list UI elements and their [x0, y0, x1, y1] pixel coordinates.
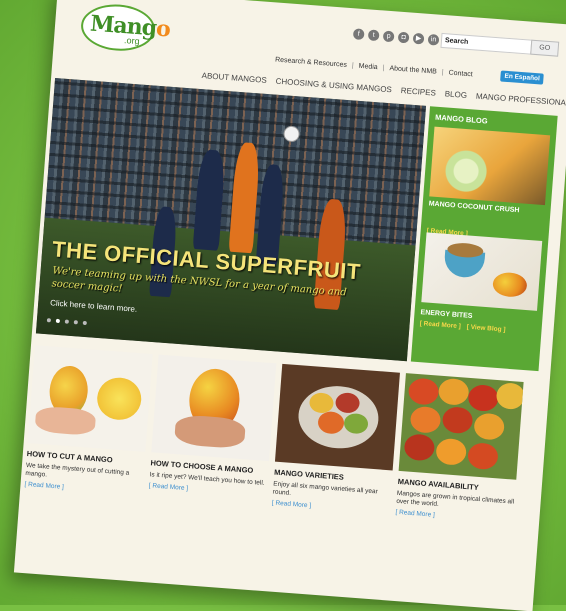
mango-org-logo[interactable]: Mango .org [79, 1, 171, 54]
energy-bites-image[interactable] [421, 232, 543, 311]
view-blog-link[interactable]: [ View Blog ] [466, 324, 505, 334]
card-cut-mango[interactable]: HOW TO CUT A MANGO We take the mystery o… [24, 345, 153, 496]
pinterest-icon[interactable]: p [382, 30, 395, 43]
nav-choosing-using[interactable]: CHOOSING & USING MANGOS [275, 75, 392, 97]
cut-mango-image [27, 345, 153, 452]
carousel-dot[interactable] [73, 320, 78, 325]
link-about[interactable]: About the NMB [389, 65, 437, 76]
coconut-crush-image[interactable] [429, 126, 551, 206]
mango-varieties-image [274, 363, 400, 471]
blog-post-title[interactable]: ENERGY BITES [420, 309, 472, 320]
carousel-dot[interactable] [82, 320, 87, 326]
nav-about-mangos[interactable]: ABOUT MANGOS [201, 69, 267, 87]
nav-blog[interactable]: BLOG [444, 87, 467, 102]
facebook-icon[interactable]: f [352, 28, 365, 41]
mango-blog-sidebar: MANGO BLOG MANGO COCONUT CRUSH [ Read Mo… [410, 106, 558, 372]
search-input[interactable]: Search [440, 32, 533, 55]
twitter-icon[interactable]: t [367, 29, 380, 42]
card-mango-varieties[interactable]: MANGO VARIETIES Enjoy all six mango vari… [272, 363, 400, 515]
search-go-button[interactable]: GO [530, 39, 560, 57]
website-screenshot: Mango .org f t p ◘ ▶ in Search GO Resear… [13, 0, 566, 611]
nav-mango-professionals[interactable]: MANGO PROFESSIONALS [475, 90, 566, 110]
feature-cards: HOW TO CUT A MANGO We take the mystery o… [19, 345, 544, 603]
card-mango-availability[interactable]: MANGO AVAILABILITY Mangos are grown in t… [395, 373, 524, 524]
choose-mango-image [151, 354, 277, 462]
linkedin-icon[interactable]: in [427, 33, 440, 46]
read-more-link[interactable]: [ Read More ] [419, 320, 461, 330]
blog-heading: MANGO BLOG [434, 112, 488, 126]
link-research[interactable]: Research & Resources [275, 56, 347, 68]
carousel-dot-active[interactable] [55, 318, 61, 324]
link-media[interactable]: Media [358, 63, 378, 71]
utility-links: Research & Resources | Media | About the N… [274, 56, 473, 79]
youtube-icon[interactable]: ▶ [412, 32, 425, 45]
link-contact[interactable]: Contact [448, 70, 473, 79]
instagram-icon[interactable]: ◘ [397, 31, 410, 44]
carousel-dot[interactable] [64, 319, 70, 324]
card-choose-mango[interactable]: HOW TO CHOOSE A MANGO Is it ripe yet? We… [149, 354, 277, 498]
mango-availability-image [398, 373, 524, 480]
social-icons: f t p ◘ ▶ in [352, 28, 440, 46]
nav-recipes[interactable]: RECIPES [400, 84, 436, 100]
hero-banner[interactable]: THE OFFICIAL SUPERFRUIT We're teaming up… [35, 78, 427, 362]
carousel-dot[interactable] [46, 318, 52, 323]
espanol-button[interactable]: En Español [500, 70, 545, 85]
mango-image [492, 271, 528, 298]
